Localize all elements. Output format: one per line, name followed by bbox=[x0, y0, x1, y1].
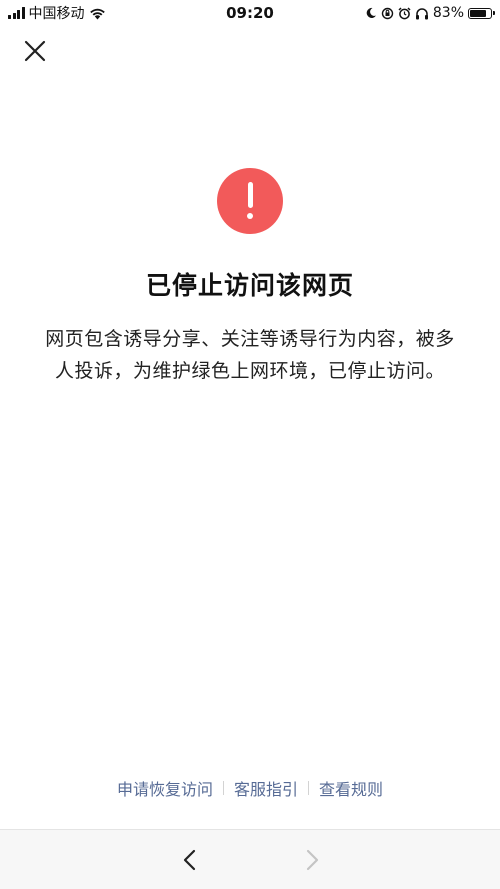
headphones-icon bbox=[415, 7, 428, 19]
alarm-icon bbox=[398, 6, 411, 19]
description-text: 网页包含诱导分享、关注等诱导行为内容，被多人投诉，为维护绿色上网环境，已停止访问… bbox=[45, 328, 455, 382]
battery-icon bbox=[468, 7, 495, 19]
carrier-label: 中国移动 bbox=[28, 6, 85, 22]
status-right: 83% bbox=[365, 5, 500, 21]
customer-service-link[interactable]: 客服指引 bbox=[224, 776, 308, 800]
orientation-lock-icon bbox=[381, 7, 394, 19]
wifi-icon bbox=[89, 8, 105, 19]
close-icon[interactable] bbox=[24, 40, 46, 62]
nav-bar bbox=[0, 829, 500, 889]
chevron-left-icon[interactable] bbox=[178, 848, 202, 872]
request-restore-link[interactable]: 申请恢复访问 bbox=[107, 776, 223, 800]
signal-icon bbox=[8, 7, 25, 19]
footer-links: 申请恢复访问 客服指引 查看规则 bbox=[0, 776, 500, 800]
battery-percent: 83% bbox=[432, 5, 464, 21]
status-bar: 中国移动 09:20 83% bbox=[0, 0, 500, 26]
page-title: 已停止访问该网页 bbox=[145, 271, 354, 300]
view-rules-link[interactable]: 查看规则 bbox=[309, 776, 393, 800]
exclamation-icon bbox=[217, 168, 283, 234]
page: 中国移动 09:20 83% 已停止访问该网页 网页包含诱导分享、关注等诱导行为… bbox=[0, 0, 500, 889]
chevron-right-icon bbox=[306, 849, 319, 871]
status-left: 中国移动 bbox=[0, 3, 106, 23]
moon-icon bbox=[366, 7, 376, 18]
